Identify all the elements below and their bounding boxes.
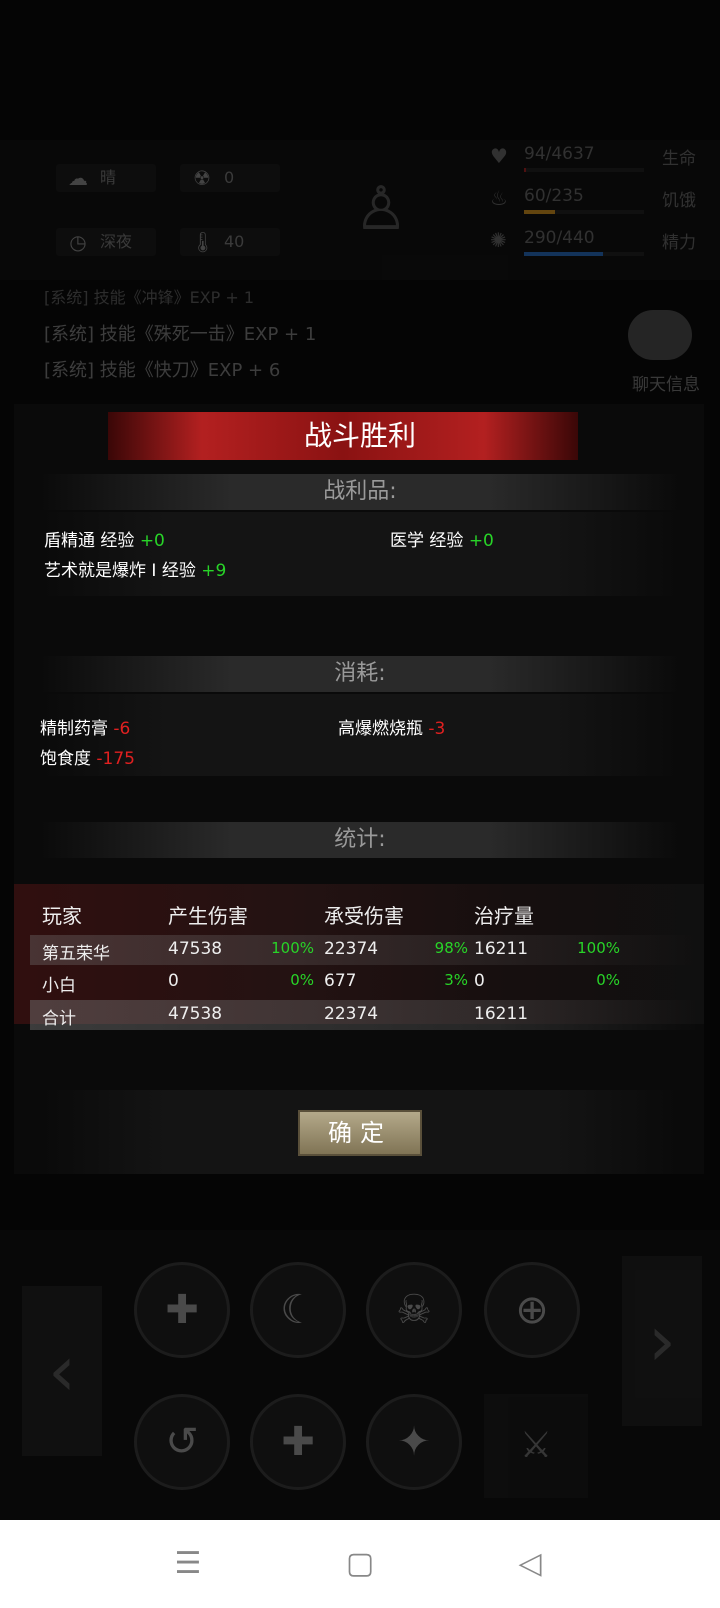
cloud-icon: ☁ xyxy=(68,166,88,190)
table-row: 第五荣华 47538 100% 22374 98% 16211 100% xyxy=(30,935,700,965)
status-hud: ☁ 晴 ☢ 0 ◷ 深夜 🌡 40 ♙ ♥ 94/4637 生命 ♨ 60/23… xyxy=(0,140,720,280)
temperature-status: 🌡 40 xyxy=(180,228,280,256)
loot-item: 艺术就是爆炸 I 经验 +9 xyxy=(44,561,227,581)
radiation-status: ☢ 0 xyxy=(180,164,280,192)
col-header-heal: 治疗量 xyxy=(474,904,534,928)
hunger-stat: ♨ 60/235 饥饿 xyxy=(486,184,696,214)
consume-item: 精制药膏 -6 xyxy=(40,719,131,739)
body-status-icon[interactable]: ♙ xyxy=(346,164,416,254)
table-row: 小白 0 0% 677 3% 0 0% xyxy=(42,971,620,996)
home-icon[interactable]: ▢ xyxy=(338,1542,382,1586)
hunger-fill xyxy=(524,210,556,214)
menu-icon[interactable]: ☰ xyxy=(166,1542,210,1586)
dialog-title: 战斗胜利 xyxy=(303,419,416,452)
energy-stat: ✺ 290/440 精力 xyxy=(486,226,696,256)
loot-item: 医学 经验 +0 xyxy=(390,531,494,551)
chat-bubble-icon xyxy=(628,310,692,360)
stomach-icon: ♨ xyxy=(490,186,508,210)
log-line: [系统] 技能《冲锋》EXP + 1 xyxy=(44,288,255,307)
col-header-taken: 承受伤害 xyxy=(324,904,404,928)
col-header-player: 玩家 xyxy=(42,904,82,928)
clock-icon: ◷ xyxy=(69,230,87,254)
whirl-skill-icon[interactable]: ↺ xyxy=(134,1394,230,1490)
back-icon[interactable]: ◁ xyxy=(508,1542,552,1586)
prev-page-arrow-icon[interactable]: ‹ xyxy=(22,1286,102,1456)
heart-icon: ♥ xyxy=(490,144,508,168)
weather-status: ☁ 晴 xyxy=(56,164,156,192)
heal-skill-icon[interactable]: ✚ xyxy=(134,1262,230,1358)
buff-skill-icon[interactable]: ✦ xyxy=(366,1394,462,1490)
energy-fill xyxy=(524,252,604,256)
consume-item: 高爆燃烧瓶 -3 xyxy=(338,719,446,739)
hunger-bar xyxy=(524,210,644,214)
radiation-icon: ☢ xyxy=(193,166,211,190)
confirm-button[interactable]: 确定 xyxy=(298,1110,422,1156)
table-total-row: 合计 47538 22374 16211 xyxy=(30,1000,700,1030)
consume-header: 消耗: xyxy=(40,656,680,692)
blade-weapon-icon[interactable]: ⚔ xyxy=(484,1394,588,1498)
loot-item: 盾精通 经验 +0 xyxy=(44,531,165,551)
stats-header: 统计: xyxy=(40,822,680,858)
skill-bar: ‹ › ✚ ☾ ☠ ⊕ ↺ ✚ ✦ ⚔ xyxy=(0,1230,720,1520)
medkit-skill-icon[interactable]: ✚ xyxy=(250,1394,346,1490)
skull-skill-icon[interactable]: ☠ xyxy=(366,1262,462,1358)
health-fill xyxy=(524,168,527,172)
next-page-arrow-icon[interactable]: › xyxy=(622,1256,702,1426)
health-bar xyxy=(524,168,644,172)
chat-button[interactable]: 聊天信息 xyxy=(624,300,708,396)
target-skill-icon[interactable]: ⊕ xyxy=(484,1262,580,1358)
loot-section xyxy=(40,512,680,596)
brain-icon: ✺ xyxy=(490,228,507,252)
consume-item: 饱食度 -175 xyxy=(40,749,135,769)
energy-bar xyxy=(524,252,644,256)
health-stat: ♥ 94/4637 生命 xyxy=(486,142,696,172)
log-line: [系统] 技能《快刀》EXP + 6 xyxy=(44,360,281,381)
time-status: ◷ 深夜 xyxy=(56,228,156,256)
thermometer-icon: 🌡 xyxy=(190,230,216,254)
loot-header: 战利品: xyxy=(40,474,680,510)
col-header-damage: 产生伤害 xyxy=(168,904,248,928)
slash-skill-icon[interactable]: ☾ xyxy=(250,1262,346,1358)
log-line: [系统] 技能《殊死一击》EXP + 1 xyxy=(44,324,317,345)
